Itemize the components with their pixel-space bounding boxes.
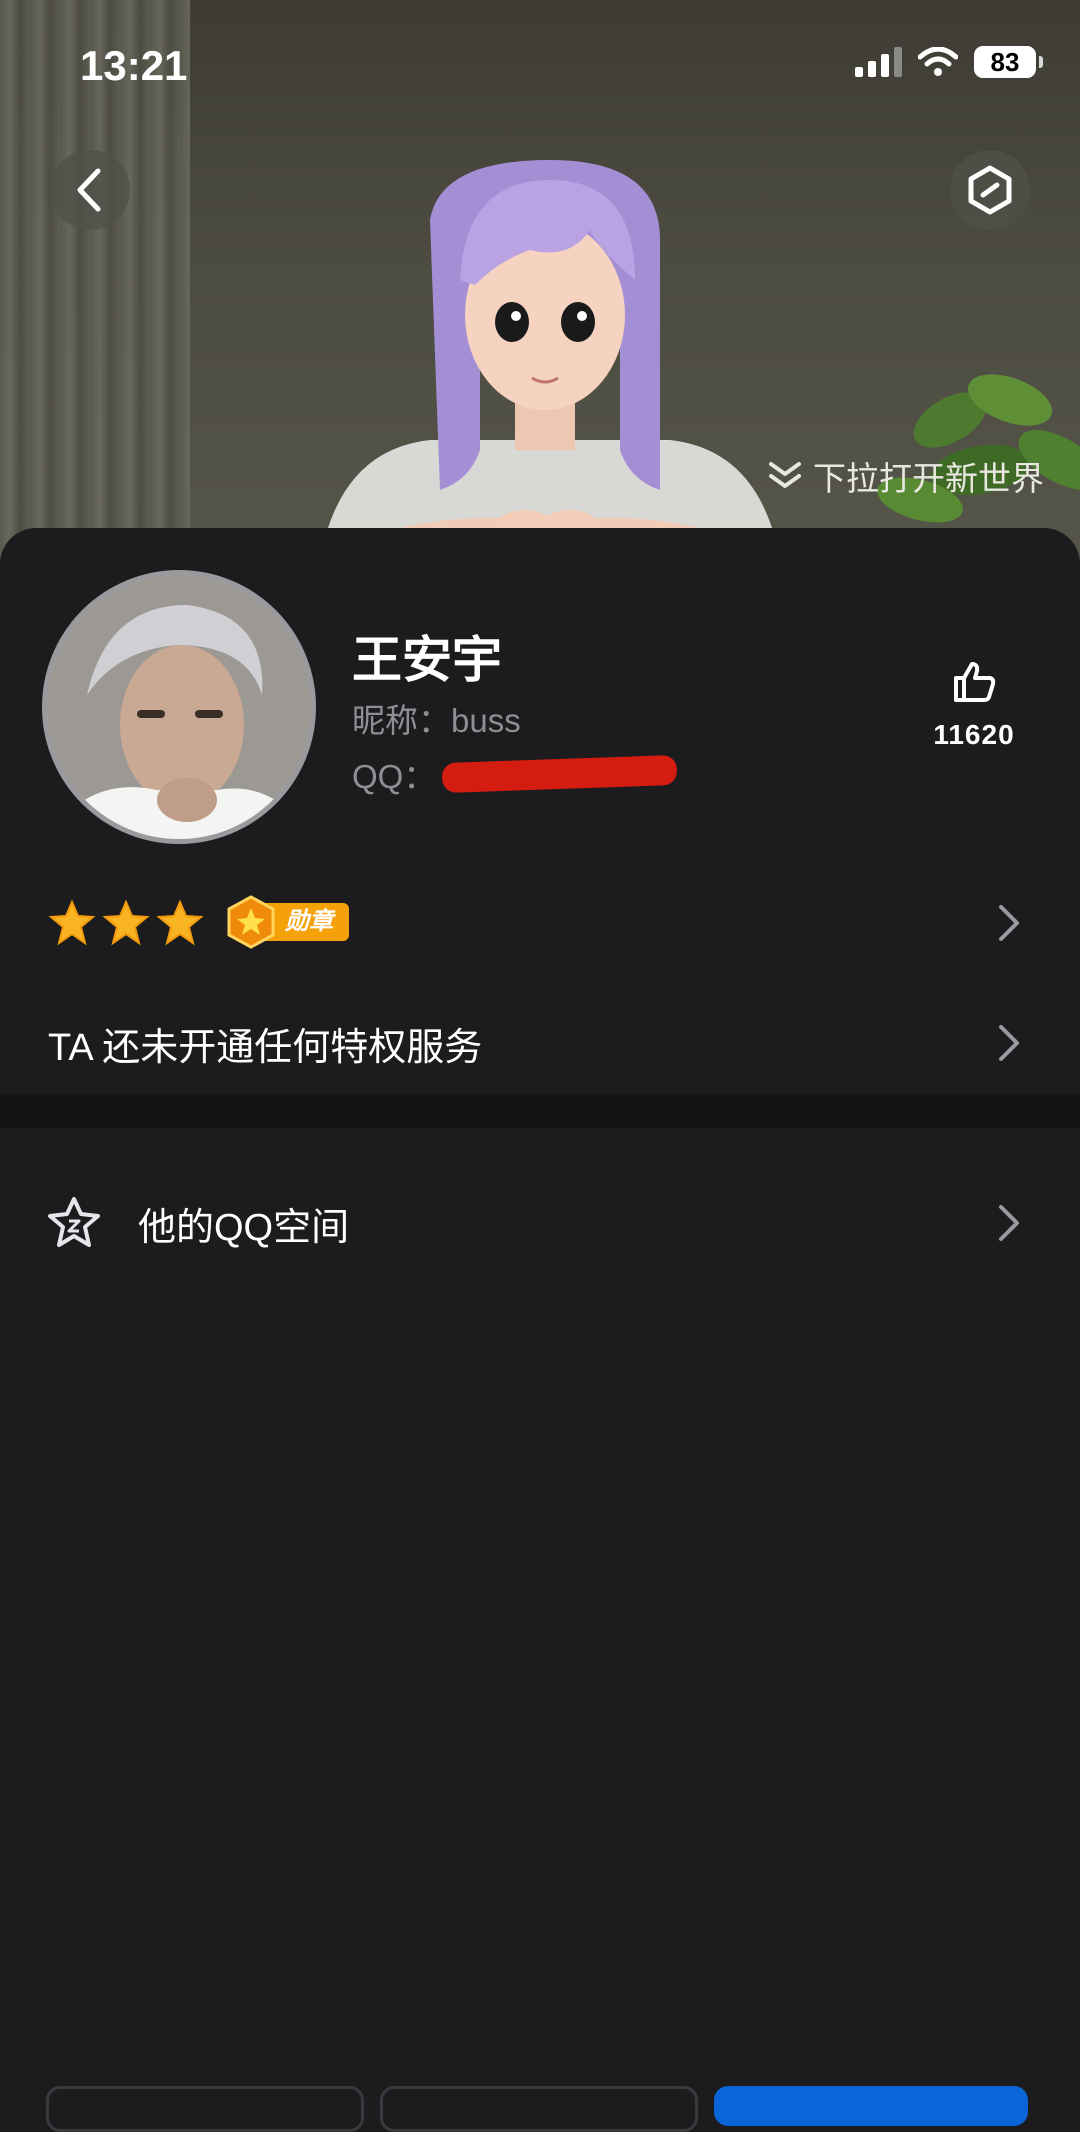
hexagon-star-icon: [227, 895, 275, 949]
profile-card: 王安宇 昵称：buss QQ： 11620 勋章 TA 还未开通任何特权服务 他…: [0, 528, 1080, 2106]
redaction-mark: [441, 754, 678, 794]
qzone-row[interactable]: 他的QQ空间: [0, 1168, 1080, 1278]
star-outline-icon: [48, 1197, 100, 1247]
profile-name: 王安宇: [352, 632, 502, 688]
double-chevron-down-icon: [769, 462, 801, 488]
star-icon: [156, 899, 204, 946]
star-icon: [102, 899, 150, 946]
profile-qq-number: QQ：: [352, 750, 678, 798]
status-icons: 83: [855, 46, 1043, 78]
action-button-2[interactable]: [380, 2086, 698, 2132]
like-count: 11620: [933, 719, 1015, 750]
status-bar: 13:21 83: [0, 0, 1080, 130]
chevron-right-icon: [999, 1205, 1019, 1241]
pull-down-hint-label: 下拉打开新世界: [813, 460, 1044, 497]
back-button[interactable]: [50, 150, 130, 230]
chevron-right-icon: [999, 905, 1019, 941]
qzone-label: 他的QQ空间: [138, 1206, 350, 1249]
level-row[interactable]: 勋章: [0, 883, 1080, 963]
avatar-photo: [47, 575, 311, 839]
bottom-action-bar: [0, 2086, 1080, 2132]
qq-label: QQ：: [352, 758, 437, 795]
pull-down-hint[interactable]: 下拉打开新世界: [767, 452, 1044, 500]
thumbs-up-icon: [954, 662, 996, 702]
avatar[interactable]: [42, 570, 316, 844]
chevron-left-icon: [77, 168, 101, 212]
privilege-row[interactable]: TA 还未开通任何特权服务: [0, 998, 1080, 1088]
action-button-1[interactable]: [46, 2086, 364, 2132]
status-time: 13:21: [80, 42, 188, 89]
action-button-primary[interactable]: [714, 2086, 1028, 2126]
chevron-right-icon: [999, 1025, 1019, 1061]
profile-nickname: 昵称：buss: [352, 702, 521, 739]
wifi-icon: [918, 47, 958, 76]
avatar-3d-character: [320, 160, 780, 560]
battery-indicator: 83: [974, 46, 1043, 78]
medal-badge[interactable]: 勋章: [225, 895, 349, 949]
star-icon: [48, 899, 96, 946]
level-stars: [48, 899, 204, 947]
privilege-label: TA 还未开通任何特权服务: [48, 1026, 483, 1069]
like-button[interactable]: 11620: [924, 658, 1024, 751]
section-divider: [0, 1094, 1080, 1128]
cellular-signal-icon: [855, 47, 902, 77]
hexagon-icon: [968, 165, 1012, 215]
more-options-button[interactable]: [950, 150, 1030, 230]
